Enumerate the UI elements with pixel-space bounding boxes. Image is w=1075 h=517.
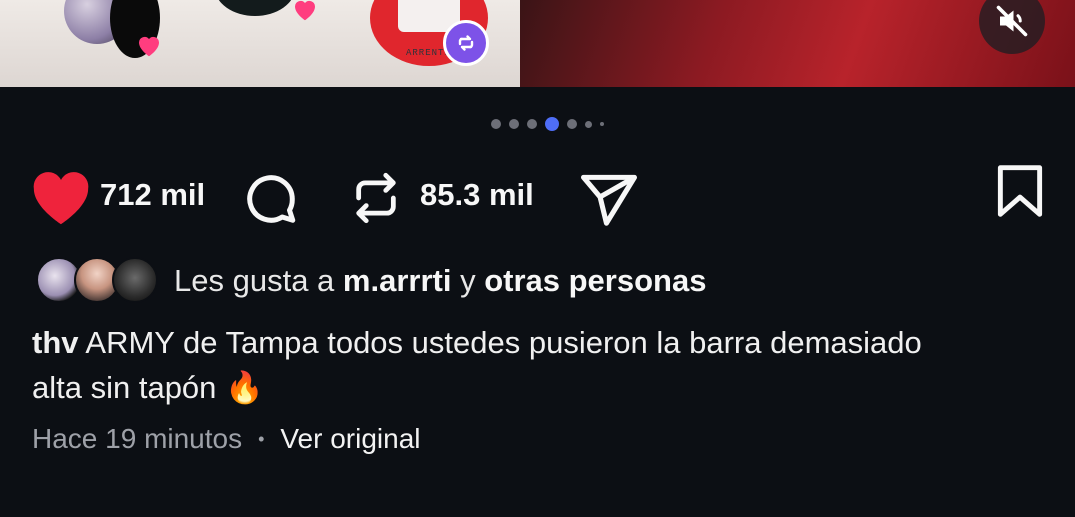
- liked-by-others[interactable]: otras personas: [484, 263, 706, 298]
- carousel-dot: [567, 119, 577, 129]
- see-original-link[interactable]: Ver original: [280, 423, 420, 455]
- liker-avatars: [36, 257, 158, 305]
- liked-by-text: Les gusta a m.arrrti y otras personas: [174, 263, 706, 299]
- carousel-dot-active: [545, 117, 559, 131]
- liked-by-connector: y: [451, 263, 485, 298]
- heart-sticker-icon: [295, 0, 315, 21]
- comment-icon: [247, 175, 296, 223]
- post-media[interactable]: ARRENTI: [0, 0, 1075, 87]
- carousel-dot: [585, 120, 592, 128]
- like-button[interactable]: [30, 168, 92, 226]
- post-action-bar: 712 mil 85.3 mil: [0, 160, 1075, 230]
- liked-by-row[interactable]: Les gusta a m.arrrti y otras personas: [36, 256, 706, 306]
- liked-by-prefix: Les gusta a: [174, 263, 343, 298]
- repost-button[interactable]: [350, 169, 402, 227]
- carousel-dot: [600, 122, 604, 126]
- share-button[interactable]: [578, 171, 640, 227]
- post-timestamp: Hace 19 minutos: [32, 423, 243, 454]
- avatar: [112, 257, 158, 303]
- caption-text: ARMY de Tampa todos ustedes pusieron la …: [32, 325, 922, 405]
- carousel-dot: [491, 119, 501, 129]
- post-caption: thv ARMY de Tampa todos ustedes pusieron…: [32, 320, 932, 410]
- repost-icon: [458, 35, 474, 51]
- repost-badge: [443, 20, 489, 66]
- comment-button[interactable]: [241, 169, 301, 229]
- carousel-dot: [509, 119, 519, 129]
- post-meta: Hace 19 minutos • Ver original: [32, 423, 421, 455]
- meta-separator: •: [258, 428, 265, 449]
- heart-sticker-icon: [139, 36, 159, 57]
- carousel-indicator: [491, 117, 612, 131]
- repost-icon: [356, 172, 396, 224]
- bookmark-icon: [997, 165, 1043, 217]
- carousel-dot: [527, 119, 537, 129]
- like-count: 712 mil: [100, 177, 206, 212]
- fire-emoji: 🔥: [225, 370, 264, 405]
- liked-by-user[interactable]: m.arrrti: [343, 263, 452, 298]
- repost-count: 85.3 mil: [420, 177, 534, 212]
- speaker-muted-icon: [996, 5, 1028, 37]
- send-icon: [581, 174, 637, 226]
- heart-icon: [33, 172, 89, 225]
- save-button[interactable]: [994, 164, 1046, 218]
- caption-username[interactable]: thv: [32, 325, 79, 360]
